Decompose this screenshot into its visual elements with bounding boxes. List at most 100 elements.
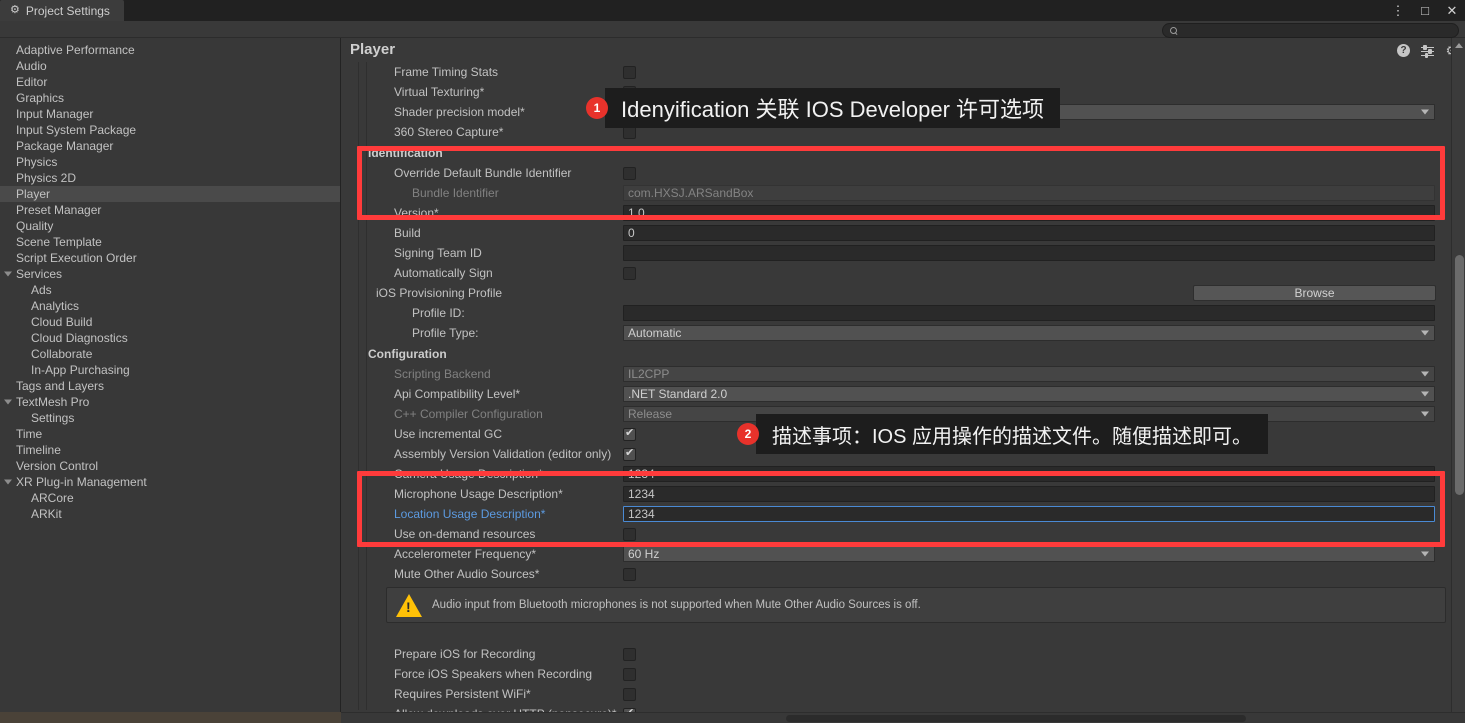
sidebar-item-graphics[interactable]: Graphics — [0, 90, 340, 106]
sidebar-horizontal-scrollbar[interactable] — [0, 712, 341, 723]
sidebar-item-services[interactable]: Services — [0, 266, 340, 282]
dropdown-accelerometer-frequency-value: 60 Hz — [628, 547, 660, 561]
close-icon[interactable]: ✕ — [1445, 4, 1459, 18]
dropdown-scripting-backend[interactable]: IL2CPP — [623, 366, 1435, 382]
sidebar-item-player[interactable]: Player — [0, 186, 340, 202]
input-build[interactable]: 0 — [623, 225, 1435, 241]
tab-project-settings[interactable]: ⚙ Project Settings — [0, 0, 124, 21]
vertical-scrollbar-thumb[interactable] — [1455, 255, 1464, 495]
sidebar-item-timeline[interactable]: Timeline — [0, 442, 340, 458]
dropdown-accelerometer-frequency[interactable]: 60 Hz — [623, 546, 1435, 562]
sidebar-item-quality[interactable]: Quality — [0, 218, 340, 234]
row-accelerometer-frequency[interactable]: Accelerometer Frequency* 60 Hz — [368, 544, 1446, 564]
sidebar-item-in-app-purchasing[interactable]: In-App Purchasing — [0, 362, 340, 378]
sidebar-item-arcore[interactable]: ARCore — [0, 490, 340, 506]
input-bundle-identifier[interactable]: com.HXSJ.ARSandBox — [623, 185, 1435, 201]
horizontal-scrollbar-thumb[interactable] — [786, 715, 1246, 722]
sidebar-item-cloud-diagnostics[interactable]: Cloud Diagnostics — [0, 330, 340, 346]
dropdown-api-compatibility-level[interactable]: .NET Standard 2.0 — [623, 386, 1435, 402]
browse-button[interactable]: Browse — [1193, 285, 1436, 301]
sidebar-item-collaborate[interactable]: Collaborate — [0, 346, 340, 362]
sidebar-item-input-manager[interactable]: Input Manager — [0, 106, 340, 122]
sidebar-item-arkit[interactable]: ARKit — [0, 506, 340, 522]
row-mute-other-audio-sources[interactable]: Mute Other Audio Sources* — [368, 564, 1446, 584]
sidebar-item-analytics[interactable]: Analytics — [0, 298, 340, 314]
sidebar-item-settings[interactable]: Settings — [0, 410, 340, 426]
indent-guide — [358, 62, 359, 710]
checkbox-prepare-ios-for-recording[interactable] — [623, 647, 636, 661]
sidebar-item-editor[interactable]: Editor — [0, 74, 340, 90]
search-input[interactable] — [1183, 24, 1443, 37]
chevron-down-icon[interactable] — [4, 399, 12, 405]
row-force-ios-speakers-when-recording[interactable]: Force iOS Speakers when Recording — [368, 664, 1446, 684]
preset-sliders-icon[interactable] — [1421, 44, 1434, 58]
chevron-down-icon[interactable] — [4, 271, 12, 277]
sidebar-item-ads[interactable]: Ads — [0, 282, 340, 298]
checkbox-override-bundle-identifier[interactable] — [623, 166, 636, 180]
input-location-usage-description[interactable]: 1234 — [623, 506, 1435, 522]
vertical-scrollbar[interactable] — [1451, 38, 1465, 723]
row-profile-type[interactable]: Profile Type: Automatic — [368, 323, 1446, 343]
row-microphone-usage-description[interactable]: Microphone Usage Description* 1234 — [368, 484, 1446, 504]
row-bundle-identifier[interactable]: Bundle Identifier com.HXSJ.ARSandBox — [368, 183, 1446, 203]
sidebar-item-package-manager[interactable]: Package Manager — [0, 138, 340, 154]
sidebar-item-adaptive-performance[interactable]: Adaptive Performance — [0, 42, 340, 58]
checkbox-frame-timing-stats[interactable] — [623, 65, 636, 79]
inspector-scroll-area[interactable]: Frame Timing Stats Virtual Texturing* Sh… — [350, 62, 1450, 721]
row-location-usage-description[interactable]: Location Usage Description* 1234 — [368, 504, 1446, 524]
sidebar-item-preset-manager[interactable]: Preset Manager — [0, 202, 340, 218]
row-requires-persistent-wifi[interactable]: Requires Persistent WiFi* — [368, 684, 1446, 704]
sidebar-item-label: In-App Purchasing — [31, 363, 130, 377]
sidebar-item-xr-plug-in-management[interactable]: XR Plug-in Management — [0, 474, 340, 490]
sidebar-item-physics[interactable]: Physics — [0, 154, 340, 170]
input-version[interactable]: 1.0 — [623, 205, 1435, 221]
more-options-icon[interactable]: ⋮ — [1391, 4, 1405, 18]
maximize-icon[interactable]: □ — [1418, 4, 1432, 18]
checkbox-use-on-demand-resources[interactable] — [623, 527, 636, 541]
row-prepare-ios-for-recording[interactable]: Prepare iOS for Recording — [368, 644, 1446, 664]
row-api-compatibility-level[interactable]: Api Compatibility Level* .NET Standard 2… — [368, 384, 1446, 404]
sidebar-item-textmesh-pro[interactable]: TextMesh Pro — [0, 394, 340, 410]
sidebar-item-cloud-build[interactable]: Cloud Build — [0, 314, 340, 330]
scroll-up-arrow-icon[interactable] — [1455, 43, 1463, 48]
sidebar-item-audio[interactable]: Audio — [0, 58, 340, 74]
sidebar-item-scene-template[interactable]: Scene Template — [0, 234, 340, 250]
row-signing-team-id[interactable]: Signing Team ID — [368, 243, 1446, 263]
label-profile-type: Profile Type: — [412, 326, 479, 340]
row-profile-id[interactable]: Profile ID: — [368, 303, 1446, 323]
row-override-bundle-identifier[interactable]: Override Default Bundle Identifier — [368, 163, 1446, 183]
checkbox-assembly-version-validation[interactable] — [623, 447, 636, 461]
row-use-on-demand-resources[interactable]: Use on-demand resources — [368, 524, 1446, 544]
dropdown-profile-type[interactable]: Automatic — [623, 325, 1435, 341]
row-build[interactable]: Build 0 — [368, 223, 1446, 243]
input-profile-id[interactable] — [623, 305, 1435, 321]
input-camera-usage-description[interactable]: 1234 — [623, 466, 1435, 482]
row-version[interactable]: Version* 1.0 — [368, 203, 1446, 223]
row-automatically-sign[interactable]: Automatically Sign — [368, 263, 1446, 283]
sidebar-item-script-execution-order[interactable]: Script Execution Order — [0, 250, 340, 266]
sidebar-horizontal-scrollbar-thumb[interactable] — [0, 712, 341, 723]
settings-sidebar[interactable]: Adaptive Performance Audio Editor Graphics I… — [0, 38, 341, 723]
sidebar-item-version-control[interactable]: Version Control — [0, 458, 340, 474]
checkbox-use-incremental-gc[interactable] — [623, 427, 636, 441]
horizontal-scrollbar[interactable] — [341, 712, 1465, 723]
sidebar-item-time[interactable]: Time — [0, 426, 340, 442]
label-requires-persistent-wifi: Requires Persistent WiFi* — [394, 687, 531, 701]
checkbox-automatically-sign[interactable] — [623, 266, 636, 280]
search-box[interactable] — [1162, 23, 1459, 38]
sidebar-item-tags-and-layers[interactable]: Tags and Layers — [0, 378, 340, 394]
sidebar-item-label: ARKit — [31, 507, 62, 521]
chevron-down-icon[interactable] — [4, 479, 12, 485]
row-camera-usage-description[interactable]: Camera Usage Description* 1234 — [368, 464, 1446, 484]
sidebar-item-input-system-package[interactable]: Input System Package — [0, 122, 340, 138]
checkbox-mute-other-audio-sources[interactable] — [623, 567, 636, 581]
sidebar-item-physics-2d[interactable]: Physics 2D — [0, 170, 340, 186]
row-scripting-backend[interactable]: Scripting Backend IL2CPP — [368, 364, 1446, 384]
help-icon[interactable]: ? — [1397, 44, 1410, 57]
label-location-usage-description: Location Usage Description* — [394, 507, 546, 521]
input-signing-team-id[interactable] — [623, 245, 1435, 261]
checkbox-requires-persistent-wifi[interactable] — [623, 687, 636, 701]
input-microphone-usage-description[interactable]: 1234 — [623, 486, 1435, 502]
row-frame-timing-stats[interactable]: Frame Timing Stats — [368, 62, 1446, 82]
checkbox-force-ios-speakers-when-recording[interactable] — [623, 667, 636, 681]
